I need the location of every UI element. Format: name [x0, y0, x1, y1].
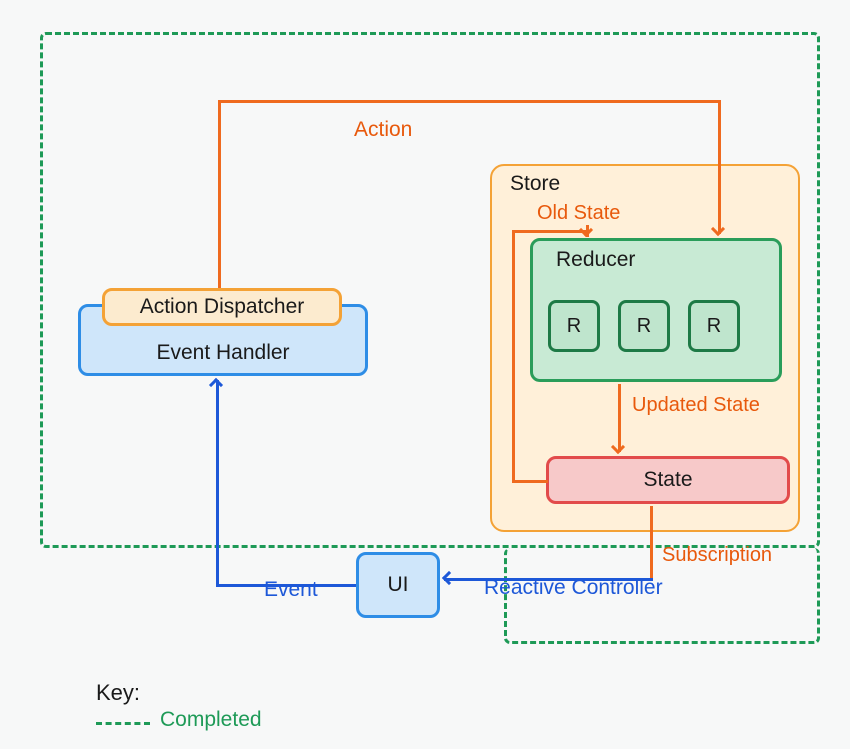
action-arrow-seg3 — [718, 100, 721, 234]
action-dispatcher-label: Action Dispatcher — [140, 295, 305, 319]
action-dispatcher-box: Action Dispatcher — [102, 288, 342, 326]
event-arrow-seg2 — [216, 380, 219, 587]
reactive-arrow — [444, 578, 653, 581]
reducer-r-1: R — [548, 300, 600, 352]
state-label: State — [643, 468, 692, 492]
key-title: Key: — [96, 680, 140, 706]
subscription-arrow — [650, 506, 653, 578]
updated-state-label: Updated State — [632, 394, 760, 417]
store-label: Store — [510, 172, 560, 196]
oldstate-arrow-seg1 — [512, 230, 515, 480]
reactive-arrow-head — [442, 571, 456, 585]
action-label: Action — [354, 118, 412, 142]
diagram-canvas: Store Old State Reducer R R R Updated St… — [0, 0, 850, 749]
event-handler-label: Event Handler — [156, 341, 289, 365]
key-completed-label: Completed — [160, 708, 262, 732]
reducer-r-2: R — [618, 300, 670, 352]
reducer-label: Reducer — [556, 248, 635, 272]
oldstate-arrow-seg2 — [512, 230, 588, 233]
event-arrow-seg1 — [216, 584, 356, 587]
event-label: Event — [264, 578, 318, 602]
action-arrow-seg2 — [218, 100, 720, 103]
oldstate-arrow-seg1b — [512, 480, 548, 483]
state-box: State — [546, 456, 790, 504]
ui-box: UI — [356, 552, 440, 618]
ui-label: UI — [388, 573, 409, 597]
action-arrow-seg1 — [218, 100, 221, 288]
subscription-label: Subscription — [662, 544, 772, 567]
key-completed-line — [96, 722, 150, 725]
reducer-r-3: R — [688, 300, 740, 352]
old-state-label: Old State — [537, 202, 620, 225]
reducer-inner-row: R R R — [548, 300, 740, 352]
